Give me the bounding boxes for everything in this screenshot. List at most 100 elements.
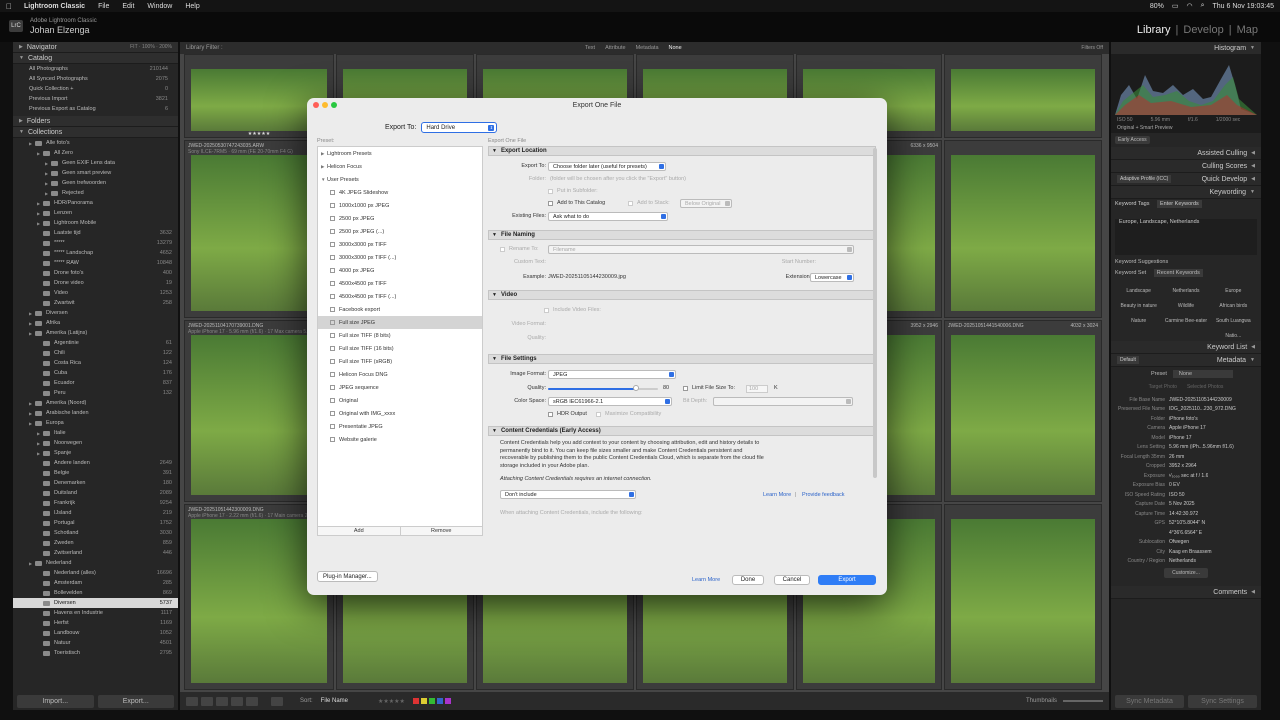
- customize-button[interactable]: Customize...: [1164, 568, 1208, 578]
- collection-item[interactable]: ▶ Diversen: [13, 308, 178, 318]
- collection-item[interactable]: ▶ Lenzen: [13, 208, 178, 218]
- early-access-badge[interactable]: Early Access: [1115, 136, 1150, 144]
- sort-value[interactable]: File Name: [321, 698, 348, 704]
- collection-item[interactable]: ▶ Afrika: [13, 318, 178, 328]
- menu-edit[interactable]: Edit: [122, 3, 134, 10]
- metadata-value[interactable]: 4°36'6.6564" E: [1169, 530, 1202, 536]
- photo-thumbnail[interactable]: [951, 69, 1095, 131]
- grid-cell[interactable]: JWED-20251051441540006.DNG 4032 x 3024: [944, 320, 1102, 502]
- minimize-window-icon[interactable]: [322, 102, 328, 108]
- battery-icon[interactable]: ▭: [1172, 2, 1179, 10]
- metadata-value[interactable]: ISO 50: [1169, 492, 1185, 498]
- selected-photos[interactable]: Selected Photos: [1187, 384, 1223, 390]
- preset-checkbox[interactable]: [330, 229, 335, 234]
- keyword-list-header[interactable]: Keyword List ◀: [1111, 341, 1261, 354]
- cancel-button[interactable]: Cancel: [774, 575, 810, 585]
- purple-label-icon[interactable]: [444, 698, 451, 704]
- loupe-view-icon[interactable]: [201, 696, 213, 706]
- collection-item[interactable]: ***** Landschap 4652: [13, 248, 178, 258]
- preset-item[interactable]: 4500x4500 px TIFF: [318, 277, 482, 290]
- dialog-learn-more-link[interactable]: Learn More: [692, 577, 720, 583]
- credentials-learn-more-link[interactable]: Learn More: [763, 492, 791, 498]
- preset-item[interactable]: 3000x3000 px TIFF (...): [318, 251, 482, 264]
- datetime[interactable]: Thu 6 Nov 19:03:45: [1213, 3, 1275, 10]
- provide-feedback-link[interactable]: Provide feedback: [802, 492, 845, 498]
- limit-size-input[interactable]: 100: [746, 385, 768, 393]
- preset-checkbox[interactable]: [330, 385, 335, 390]
- collection-item[interactable]: Video 1253: [13, 288, 178, 298]
- metadata-view-select[interactable]: Default: [1117, 356, 1139, 364]
- metadata-value[interactable]: Apple iPhone 17: [1169, 425, 1206, 431]
- metadata-value[interactable]: iPhone 17: [1169, 435, 1192, 441]
- settings-scrollbar[interactable]: [873, 148, 877, 478]
- collection-item[interactable]: Zweden 859: [13, 538, 178, 548]
- metadata-value[interactable]: Kaag en Braassem: [1169, 549, 1212, 555]
- collection-item[interactable]: Costa Rica 124: [13, 358, 178, 368]
- collection-item[interactable]: Toeristisch 2795: [13, 648, 178, 658]
- collection-item[interactable]: IJsland 219: [13, 508, 178, 518]
- compare-view-icon[interactable]: [216, 696, 228, 706]
- filter-none[interactable]: None: [669, 45, 682, 51]
- collection-item[interactable]: ***** RAW 10848: [13, 258, 178, 268]
- collection-item[interactable]: Cuba 176: [13, 368, 178, 378]
- grid-view-icon[interactable]: [186, 696, 198, 706]
- culling-scores-header[interactable]: Culling Scores ◀: [1111, 160, 1261, 173]
- collection-item[interactable]: ▶ HDR/Panorama: [13, 198, 178, 208]
- collection-item[interactable]: Denemarken 180: [13, 478, 178, 488]
- collection-item[interactable]: Portugal 1752: [13, 518, 178, 528]
- survey-view-icon[interactable]: [231, 696, 243, 706]
- export-location-header[interactable]: ▼ Export Location: [488, 146, 876, 156]
- preset-checkbox[interactable]: [330, 203, 335, 208]
- collection-item[interactable]: Frankrijk 9254: [13, 498, 178, 508]
- assisted-culling-header[interactable]: Assisted Culling ◀: [1111, 147, 1261, 160]
- preset-checkbox[interactable]: [330, 216, 335, 221]
- keyword-suggestion[interactable]: Nature: [1115, 314, 1162, 329]
- preset-item[interactable]: 1000x1000 px JPEG: [318, 199, 482, 212]
- collection-item[interactable]: ▶ Geen EXIF Lens data: [13, 158, 178, 168]
- add-catalog-checkbox[interactable]: [548, 201, 553, 206]
- green-label-icon[interactable]: [428, 698, 435, 704]
- metadata-value[interactable]: IDG_2025110...230_972.DNG: [1169, 406, 1236, 412]
- collection-item[interactable]: Drone foto's 400: [13, 268, 178, 278]
- preset-checkbox[interactable]: [330, 307, 335, 312]
- collection-item[interactable]: ▶ Lightroom Mobile: [13, 218, 178, 228]
- preset-item[interactable]: 4000 px JPEG: [318, 264, 482, 277]
- collection-item[interactable]: Peru 132: [13, 388, 178, 398]
- collection-item[interactable]: Laatste tijd 3632: [13, 228, 178, 238]
- preset-item[interactable]: Full size TIFF (8 bits): [318, 329, 482, 342]
- preset-group[interactable]: ▼ User Presets: [318, 173, 482, 186]
- rename-checkbox[interactable]: [500, 247, 505, 252]
- collection-item[interactable]: Ecuador 837: [13, 378, 178, 388]
- filter-text[interactable]: Text: [585, 45, 595, 51]
- preset-checkbox[interactable]: [330, 346, 335, 351]
- grid-cell[interactable]: [944, 140, 1102, 318]
- collection-item[interactable]: Andere landen 2649: [13, 458, 178, 468]
- collection-item[interactable]: ▶ Alle foto's: [13, 138, 178, 148]
- keywording-header[interactable]: Keywording ▼: [1111, 186, 1261, 199]
- metadata-value[interactable]: 52°10'5.8044" N: [1169, 520, 1205, 526]
- collection-item[interactable]: Duitsland 2089: [13, 488, 178, 498]
- limit-size-checkbox[interactable]: [683, 386, 688, 391]
- keyword-suggestion[interactable]: Netherlands: [1162, 284, 1209, 299]
- collection-item[interactable]: ▶ Italie: [13, 428, 178, 438]
- blue-label-icon[interactable]: [436, 698, 443, 704]
- collection-item[interactable]: ▶ Noorwegen: [13, 438, 178, 448]
- keyword-suggestion[interactable]: Wildlife: [1162, 299, 1209, 314]
- filter-metadata[interactable]: Metadata: [636, 45, 659, 51]
- remove-preset-button[interactable]: Remove: [399, 527, 483, 535]
- keyword-suggestion[interactable]: Beauty in nature: [1115, 299, 1162, 314]
- photo-thumbnail[interactable]: [951, 335, 1095, 495]
- keyword-suggestion[interactable]: African birds: [1210, 299, 1257, 314]
- metadata-value[interactable]: JWED-20251105144230009: [1169, 397, 1232, 403]
- collection-item[interactable]: Schotland 3030: [13, 528, 178, 538]
- stack-position-select[interactable]: Below Original: [680, 199, 732, 208]
- preset-checkbox[interactable]: [330, 294, 335, 299]
- module-library[interactable]: Library: [1137, 24, 1171, 36]
- preset-item[interactable]: 3000x3000 px TIFF: [318, 238, 482, 251]
- thumbnail-size-slider[interactable]: [1063, 700, 1103, 702]
- collection-item[interactable]: Chili 122: [13, 348, 178, 358]
- collection-item[interactable]: Amsterdam 285: [13, 578, 178, 588]
- filters-off[interactable]: Filters Off: [1081, 45, 1103, 51]
- subfolder-checkbox[interactable]: [548, 189, 553, 194]
- metadata-value[interactable]: Ofwegen: [1169, 539, 1189, 545]
